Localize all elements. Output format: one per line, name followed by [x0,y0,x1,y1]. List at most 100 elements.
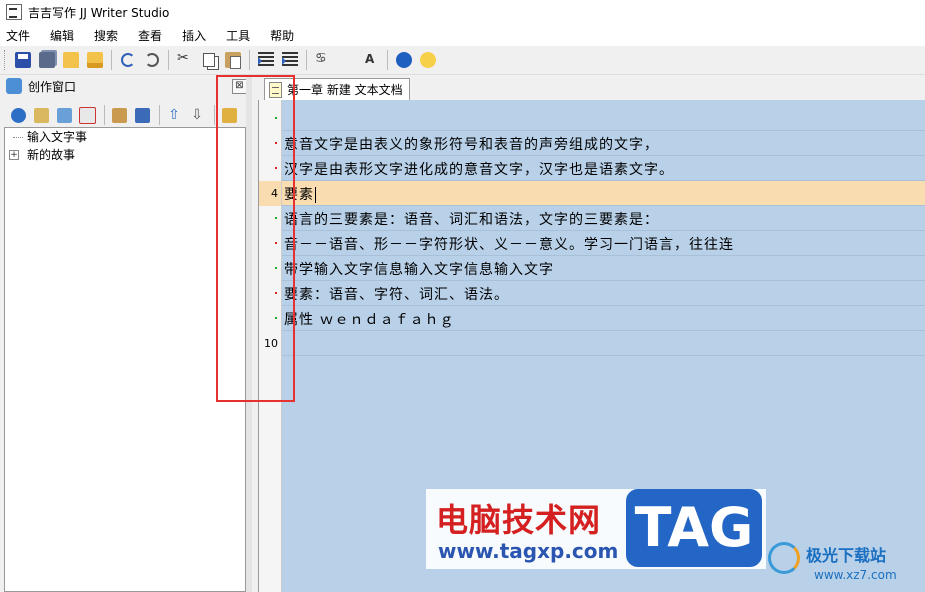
arrow-up-icon: ⇧ [168,106,180,123]
line-text: 音－－语音、形－－字符形状、义－－意义。学习一门语言，往往连 [284,237,734,253]
delete-icon [78,106,96,124]
tree-item[interactable]: 输入文字事 [5,128,245,146]
copy-icon [203,53,215,67]
editor-line[interactable]: 汉字是由表形文字进化成的意音文字，汉字也是语素文字。 [282,156,925,181]
scissors-icon [177,50,193,68]
new-chapter-button[interactable] [31,105,51,125]
outdent-icon [282,52,298,68]
creation-panel: 创作窗口 ⊠ ⇧ ⇩ 输入文字事 + 新的故事 [0,75,248,592]
notes-button[interactable] [132,105,152,125]
new-document-button[interactable] [54,105,74,125]
expand-icon[interactable]: + [9,150,19,160]
editor-line[interactable]: 带学输入文字信息输入文字信息输入文字 [282,256,925,281]
binoculars-icon [315,51,331,68]
watermark-site2-title: 极光下载站 [806,546,887,565]
tree-item[interactable]: + 新的故事 [5,146,245,164]
watermark: 电脑技术网 www.tagxp.com TAG [426,489,766,569]
undo-button[interactable] [117,49,139,71]
indent-icon [258,52,274,68]
document-tab-bar: 第一章 新建 文本文档 [252,75,925,100]
app-icon [6,4,22,20]
toolbar-grip[interactable] [4,50,8,70]
open-button[interactable] [60,49,82,71]
toolbar-separator [249,50,250,70]
folder-icon [87,52,103,68]
watermark-site2-url: www.xz7.com [814,568,897,582]
panel-header: 创作窗口 ⊠ [0,75,248,97]
watermark-title: 电脑技术网 [436,501,602,539]
editor-line[interactable] [282,331,925,356]
menu-insert[interactable]: 插入 [174,27,218,44]
watermark-tag-logo: TAG [626,489,762,567]
watermark-site2: 极光下载站 www.xz7.com [766,538,925,592]
text-caret [315,187,316,203]
find-next-button[interactable] [360,49,382,71]
toolbar-separator [214,105,215,125]
menu-file[interactable]: 文件 [0,27,42,44]
toolbar-separator [159,105,160,125]
editor-line[interactable]: 意音文字是由表义的象形符号和表音的声旁组成的文字， [282,131,925,156]
open-recent-button[interactable] [84,49,106,71]
indent-button[interactable] [255,49,277,71]
new-book-button[interactable] [8,105,28,125]
tree-item-label: 新的故事 [27,148,76,162]
editor-line[interactable]: 语言的三要素是：语音、词汇和语法，文字的三要素是： [282,206,925,231]
panel-title: 创作窗口 [28,79,77,94]
notebook-icon [134,107,150,123]
outdent-button[interactable] [279,49,301,71]
folder-add-icon [33,107,49,123]
editor-line[interactable]: 要素：语音、字符、词汇、语法。 [282,281,925,306]
redo-icon [145,53,159,67]
save-icon [15,52,31,68]
main-toolbar [0,46,925,75]
menu-tools[interactable]: 工具 [218,27,262,44]
line-text: 语言的三要素是：语音、词汇和语法，文字的三要素是： [284,212,659,228]
globe-icon [10,107,26,123]
delete-button[interactable] [77,105,97,125]
toolbar-separator [111,50,112,70]
window-title: 吉吉写作 JJ Writer Studio [28,5,170,20]
editor-line[interactable] [282,106,925,131]
undo-icon [121,53,135,67]
about-button[interactable] [417,49,439,71]
move-up-button[interactable]: ⇧ [164,105,184,125]
menu-help[interactable]: 帮助 [262,27,306,44]
title-bar: 吉吉写作 JJ Writer Studio [0,0,925,24]
find-next-icon [363,52,379,68]
save-all-button[interactable] [36,49,58,71]
editor-line-current[interactable]: 要素 [282,181,925,206]
paste-icon [225,52,241,69]
save-all-icon [39,52,55,68]
redo-button[interactable] [141,49,163,71]
line-text: 汉字是由表形文字进化成的意音文字，汉字也是语素文字。 [284,162,674,178]
toolbar-separator [387,50,388,70]
help-icon [396,52,412,68]
save-button[interactable] [12,49,34,71]
story-tree: 输入文字事 + 新的故事 [4,127,246,592]
menu-edit[interactable]: 编辑 [42,27,86,44]
menu-bar: 文件 编辑 搜索 查看 插入 工具 帮助 [0,24,925,46]
menu-view[interactable]: 查看 [130,27,174,44]
panel-icon [6,78,22,94]
find-button[interactable] [312,49,334,71]
cut-button[interactable] [174,49,196,71]
toolbar-separator [168,50,169,70]
help-button[interactable] [393,49,415,71]
document-add-icon [56,107,72,123]
menu-search[interactable]: 搜索 [86,27,130,44]
tree-connector [13,137,23,138]
editor-line[interactable]: 属性 ｗｅｎｄａｆａｈｇ [282,306,925,331]
replace-button[interactable] [336,49,358,71]
copy-button[interactable] [198,49,220,71]
move-down-button[interactable]: ⇩ [187,105,207,125]
toolbar-separator [104,105,105,125]
line-text: 属性 ｗｅｎｄａｆａｈｇ [284,312,455,328]
editor-line[interactable]: 音－－语音、形－－字符形状、义－－意义。学习一门语言，往往连 [282,231,925,256]
folder-open-icon [63,52,79,68]
paste-button[interactable] [222,49,244,71]
properties-button[interactable] [109,105,129,125]
annotation-highlight-box [216,75,295,402]
replace-icon [339,52,355,68]
site-logo-icon [768,542,800,574]
tab-label: 第一章 新建 文本文档 [287,83,403,97]
